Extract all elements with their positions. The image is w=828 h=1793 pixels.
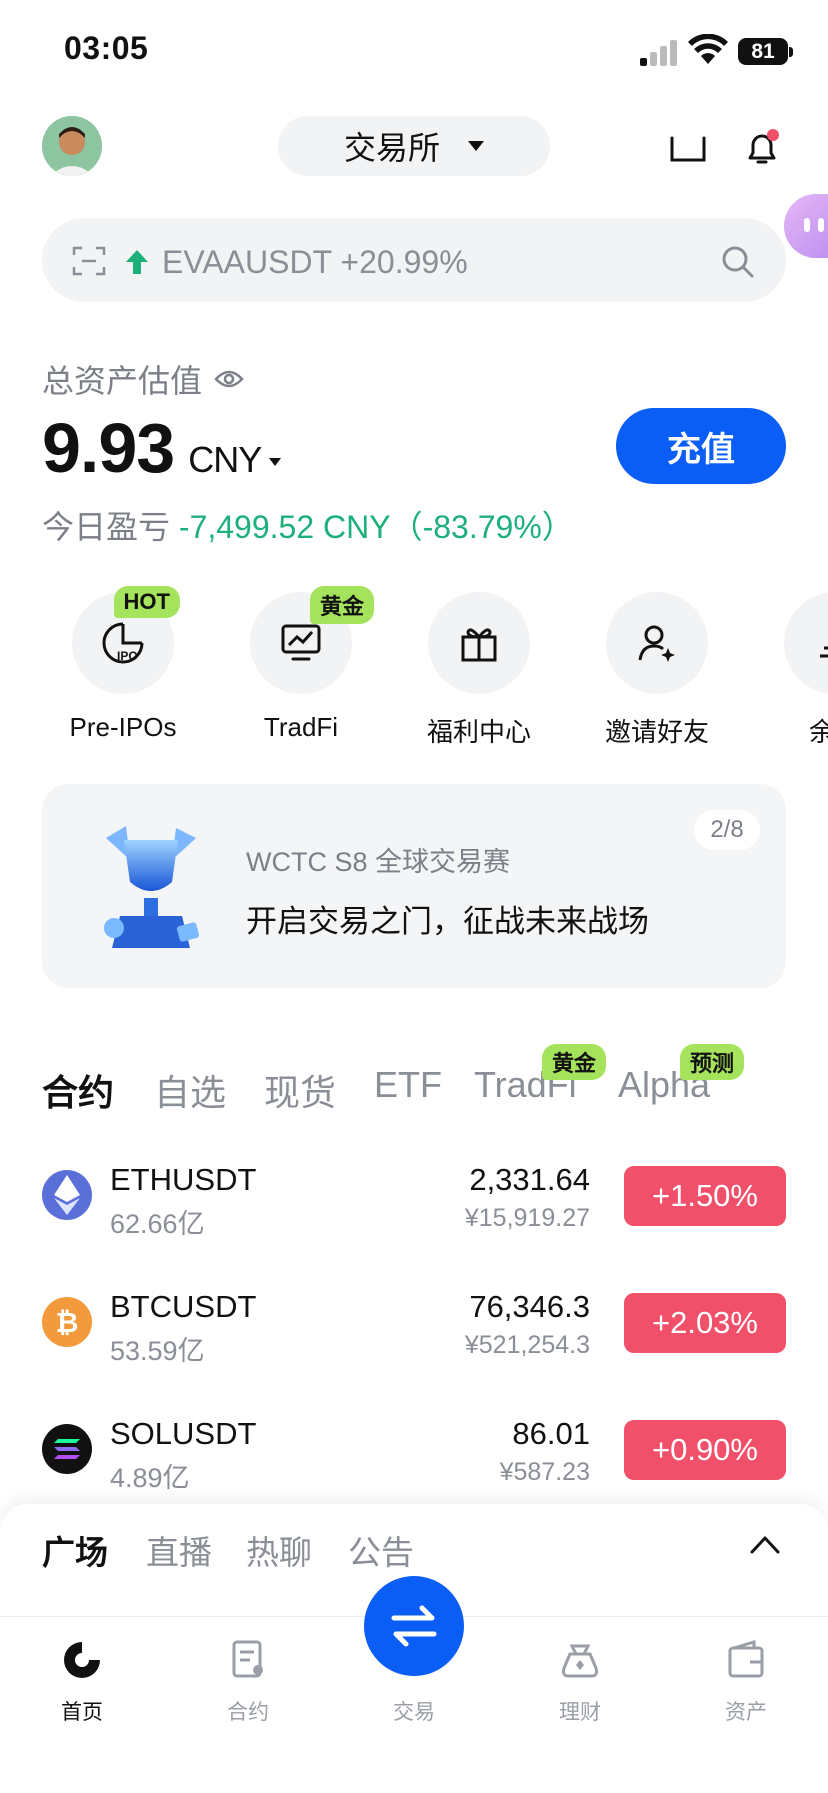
banner-subtitle: WCTC S8 全球交易赛 (246, 847, 511, 877)
hot-badge: HOT (113, 586, 180, 618)
symbol: ETHUSDT (110, 1162, 257, 1197)
quick-action-label: 邀请好友 (604, 717, 709, 747)
nav-label: 合约 (227, 1701, 269, 1724)
chevron-up-icon[interactable] (748, 1532, 782, 1556)
tab-square[interactable]: 广场 (42, 1526, 108, 1574)
assets-unit: CNY (188, 439, 262, 480)
invite-user-icon (638, 625, 675, 662)
nav-label: 资产 (725, 1701, 767, 1724)
exchange-label: 交易所 (343, 130, 440, 166)
eth-icon (42, 1170, 92, 1220)
svg-text:IPO: IPO (117, 649, 138, 663)
prediction-badge: 预测 (680, 1044, 745, 1080)
bell-icon[interactable] (742, 128, 782, 168)
tab-watchlist[interactable]: 自选 (154, 1064, 226, 1116)
tab-spot[interactable]: 现货 (264, 1064, 336, 1116)
quick-action-pre-ipos[interactable]: IPO HOT Pre-IPOs (38, 586, 208, 743)
volume: 62.66亿 (110, 1209, 205, 1239)
last-price: 2,331.64 (469, 1162, 590, 1197)
swap-icon (391, 1605, 437, 1647)
last-price: 86.01 (512, 1416, 590, 1451)
caret-down-icon (468, 141, 484, 151)
last-price: 76,346.3 (469, 1289, 590, 1324)
pnl-label: 今日盈亏 (42, 509, 171, 545)
today-pnl: 今日盈亏 -7,499.52 CNY（-83.79%） (42, 502, 574, 548)
btc-icon: ₿ (42, 1297, 92, 1347)
tab-hot-chat[interactable]: 热聊 (246, 1526, 312, 1574)
total-assets-label: 总资产估值 (42, 356, 244, 402)
change-badge[interactable]: +0.90% (624, 1420, 786, 1480)
battery-indicator: 81 (738, 38, 788, 65)
contract-icon (232, 1640, 263, 1678)
deposit-button[interactable]: 充值 (616, 408, 786, 484)
cellular-signal-icon (640, 40, 678, 66)
currency-selector[interactable]: CNY (188, 439, 282, 481)
price-cny: ¥521,254.3 (464, 1331, 590, 1359)
trending-ticker: EVAAUSDT +20.99% (162, 244, 468, 280)
volume: 53.59亿 (110, 1336, 205, 1366)
quick-action-label: TradFi (263, 712, 339, 742)
nav-assets[interactable]: 资产 (676, 1630, 816, 1726)
symbol: BTCUSDT (110, 1289, 257, 1324)
quick-action-tradfi[interactable]: 黄金 TradFi (216, 586, 386, 743)
nav-label: 理财 (559, 1701, 601, 1724)
nav-label: 交易 (393, 1701, 435, 1724)
pre-ipo-icon: IPO (102, 622, 144, 664)
earn-icon (562, 1644, 598, 1678)
volume: 4.89亿 (110, 1463, 190, 1493)
banner-pager: 2/8 (694, 810, 760, 850)
status-time: 03:05 (64, 30, 149, 66)
battery-nub (789, 47, 793, 57)
nav-earn[interactable]: 理财 (510, 1630, 650, 1726)
quick-action-label: Pre-IPOs (69, 712, 177, 742)
savings-icon (820, 646, 828, 658)
gold-badge: 黄金 (309, 586, 374, 624)
scan-icon[interactable] (72, 246, 106, 276)
assets-amount: 9.93 (42, 409, 175, 487)
caret-down-icon (269, 458, 282, 466)
tab-futures[interactable]: 合约 (42, 1064, 114, 1116)
eye-icon[interactable] (214, 368, 244, 390)
wallet-icon (728, 1639, 764, 1678)
trade-button[interactable] (364, 1576, 464, 1676)
nav-label: 首页 (61, 1701, 103, 1724)
scan-icon[interactable] (670, 134, 706, 164)
total-assets-text: 总资产估值 (42, 363, 203, 399)
tab-etf[interactable]: ETF (374, 1064, 442, 1106)
price-cny: ¥15,919.27 (464, 1204, 590, 1232)
symbol: SOLUSDT (110, 1416, 257, 1451)
trending-up-icon (126, 250, 148, 274)
total-assets-value: 9.93 CNY (42, 408, 282, 488)
sol-icon (42, 1424, 92, 1474)
trophy-illustration (104, 826, 200, 948)
change-badge[interactable]: +2.03% (624, 1293, 786, 1353)
quick-action-rewards[interactable]: 福利中心 (394, 592, 564, 749)
price-cny: ¥587.23 (499, 1458, 590, 1486)
pnl-value: -7,499.52 CNY（-83.79%） (178, 509, 574, 545)
quick-action-savings[interactable]: 余币 (750, 592, 828, 749)
quick-action-label: 余币 (808, 717, 828, 747)
avatar[interactable] (42, 116, 102, 176)
nav-home[interactable]: 首页 (12, 1630, 152, 1726)
gift-icon (461, 628, 497, 662)
quick-action-label: 福利中心 (426, 717, 531, 747)
tab-live[interactable]: 直播 (146, 1526, 212, 1574)
assistant-bubble[interactable] (784, 194, 828, 258)
tab-announcements[interactable]: 公告 (348, 1526, 414, 1574)
home-icon (64, 1642, 100, 1678)
chart-monitor-icon (281, 624, 321, 661)
exchange-switcher[interactable]: 交易所 (278, 116, 550, 176)
search-icon[interactable] (720, 244, 756, 280)
gold-badge: 黄金 (542, 1044, 607, 1080)
wifi-icon (688, 34, 728, 64)
change-badge[interactable]: +1.50% (624, 1166, 786, 1226)
banner-title: 开启交易之门，征战未来战场 (246, 904, 649, 939)
nav-futures[interactable]: 合约 (178, 1630, 318, 1726)
quick-action-invite[interactable]: 邀请好友 (572, 592, 742, 749)
